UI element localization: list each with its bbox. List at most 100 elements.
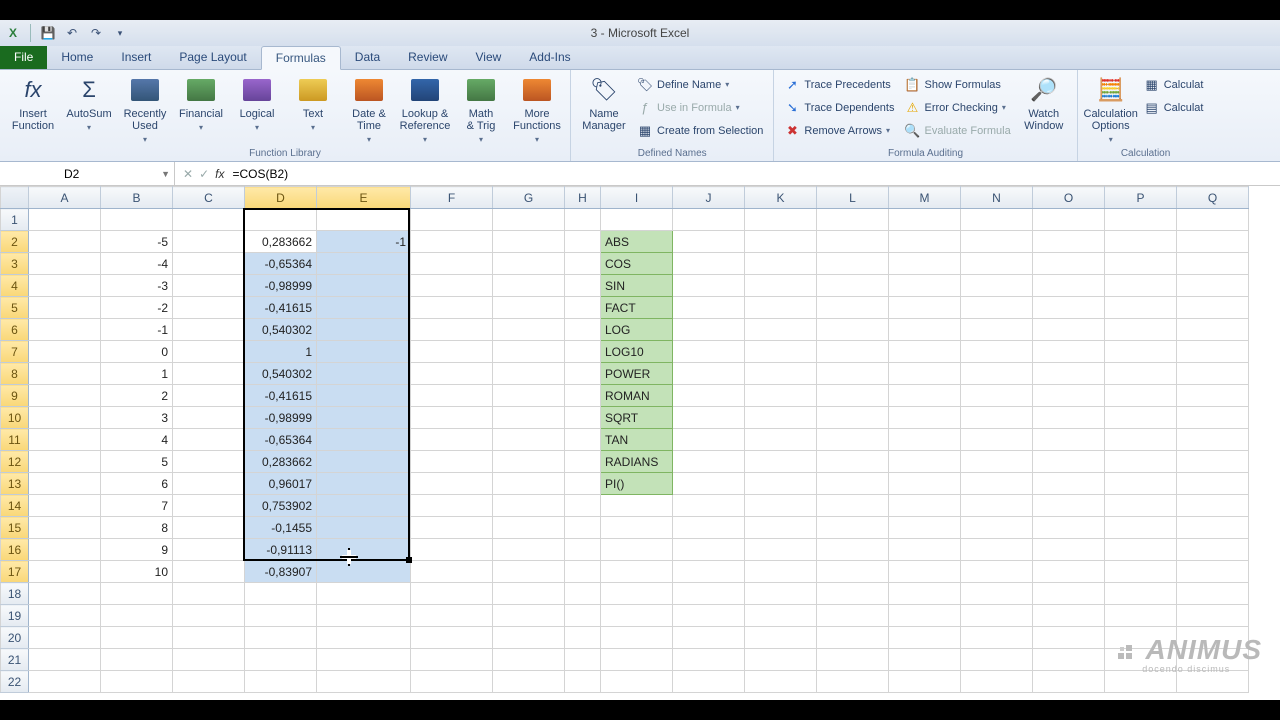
cell-B10[interactable]: 3 [101, 407, 173, 429]
cell-H19[interactable] [565, 605, 601, 627]
cell-P6[interactable] [1105, 319, 1177, 341]
cell-N22[interactable] [961, 671, 1033, 693]
cell-M22[interactable] [889, 671, 961, 693]
cell-M11[interactable] [889, 429, 961, 451]
cell-D5[interactable]: -0,41615 [245, 297, 317, 319]
cell-M20[interactable] [889, 627, 961, 649]
cell-L17[interactable] [817, 561, 889, 583]
cell-D1[interactable] [245, 209, 317, 231]
cell-Q15[interactable] [1177, 517, 1249, 539]
cell-C22[interactable] [173, 671, 245, 693]
create-from-selection-button[interactable]: ▦Create from Selection [633, 120, 767, 141]
cell-A18[interactable] [29, 583, 101, 605]
cell-J13[interactable] [673, 473, 745, 495]
cell-L15[interactable] [817, 517, 889, 539]
cell-N3[interactable] [961, 253, 1033, 275]
more-functions-button[interactable]: More Functions [510, 72, 564, 146]
cell-K19[interactable] [745, 605, 817, 627]
tab-formulas[interactable]: Formulas [261, 46, 341, 70]
cell-I3[interactable]: COS [601, 253, 673, 275]
cell-Q13[interactable] [1177, 473, 1249, 495]
cell-B14[interactable]: 7 [101, 495, 173, 517]
cell-N18[interactable] [961, 583, 1033, 605]
cell-E2[interactable]: -1 [317, 231, 411, 253]
row-header-22[interactable]: 22 [1, 671, 29, 693]
cell-E13[interactable] [317, 473, 411, 495]
cell-P11[interactable] [1105, 429, 1177, 451]
cell-G6[interactable] [493, 319, 565, 341]
cell-L22[interactable] [817, 671, 889, 693]
cell-K14[interactable] [745, 495, 817, 517]
show-formulas-button[interactable]: 📋Show Formulas [900, 74, 1014, 95]
cell-A6[interactable] [29, 319, 101, 341]
cell-J19[interactable] [673, 605, 745, 627]
col-header-P[interactable]: P [1105, 187, 1177, 209]
row-header-10[interactable]: 10 [1, 407, 29, 429]
cell-C21[interactable] [173, 649, 245, 671]
cell-N13[interactable] [961, 473, 1033, 495]
cell-F8[interactable] [411, 363, 493, 385]
col-header-K[interactable]: K [745, 187, 817, 209]
cell-G19[interactable] [493, 605, 565, 627]
cell-Q8[interactable] [1177, 363, 1249, 385]
col-header-O[interactable]: O [1033, 187, 1105, 209]
cell-K3[interactable] [745, 253, 817, 275]
cell-P20[interactable] [1105, 627, 1177, 649]
cell-C9[interactable] [173, 385, 245, 407]
cell-L12[interactable] [817, 451, 889, 473]
cell-L20[interactable] [817, 627, 889, 649]
cell-E6[interactable] [317, 319, 411, 341]
select-all[interactable] [1, 187, 29, 209]
cell-G8[interactable] [493, 363, 565, 385]
cell-L11[interactable] [817, 429, 889, 451]
cell-D11[interactable]: -0,65364 [245, 429, 317, 451]
financial-button[interactable]: Financial [174, 72, 228, 134]
cell-G7[interactable] [493, 341, 565, 363]
cell-N21[interactable] [961, 649, 1033, 671]
cell-M19[interactable] [889, 605, 961, 627]
fill-handle[interactable] [406, 557, 412, 563]
cell-B8[interactable]: 1 [101, 363, 173, 385]
cell-L1[interactable] [817, 209, 889, 231]
cell-L4[interactable] [817, 275, 889, 297]
cell-O18[interactable] [1033, 583, 1105, 605]
cell-J21[interactable] [673, 649, 745, 671]
date-time-button[interactable]: Date & Time [342, 72, 396, 146]
cell-H16[interactable] [565, 539, 601, 561]
cell-G10[interactable] [493, 407, 565, 429]
cell-G20[interactable] [493, 627, 565, 649]
cell-B7[interactable]: 0 [101, 341, 173, 363]
cell-A22[interactable] [29, 671, 101, 693]
cell-A7[interactable] [29, 341, 101, 363]
cell-E16[interactable] [317, 539, 411, 561]
cell-J12[interactable] [673, 451, 745, 473]
cell-F21[interactable] [411, 649, 493, 671]
name-box[interactable]: ▼ [0, 162, 175, 185]
row-header-15[interactable]: 15 [1, 517, 29, 539]
cell-A2[interactable] [29, 231, 101, 253]
row-header-1[interactable]: 1 [1, 209, 29, 231]
tab-data[interactable]: Data [341, 45, 394, 69]
cell-J4[interactable] [673, 275, 745, 297]
cell-Q11[interactable] [1177, 429, 1249, 451]
cell-E3[interactable] [317, 253, 411, 275]
cell-H11[interactable] [565, 429, 601, 451]
calculate-now-button[interactable]: ▦Calculat [1140, 74, 1208, 95]
cell-F22[interactable] [411, 671, 493, 693]
cell-J3[interactable] [673, 253, 745, 275]
cell-E7[interactable] [317, 341, 411, 363]
cell-Q16[interactable] [1177, 539, 1249, 561]
cell-D15[interactable]: -0,1455 [245, 517, 317, 539]
cell-I17[interactable] [601, 561, 673, 583]
cell-D6[interactable]: 0,540302 [245, 319, 317, 341]
cell-A12[interactable] [29, 451, 101, 473]
row-header-20[interactable]: 20 [1, 627, 29, 649]
cell-H12[interactable] [565, 451, 601, 473]
tab-addins[interactable]: Add-Ins [515, 45, 584, 69]
cell-K10[interactable] [745, 407, 817, 429]
cell-K13[interactable] [745, 473, 817, 495]
cell-A15[interactable] [29, 517, 101, 539]
cell-K5[interactable] [745, 297, 817, 319]
cell-C18[interactable] [173, 583, 245, 605]
redo-icon[interactable]: ↷ [87, 24, 105, 42]
